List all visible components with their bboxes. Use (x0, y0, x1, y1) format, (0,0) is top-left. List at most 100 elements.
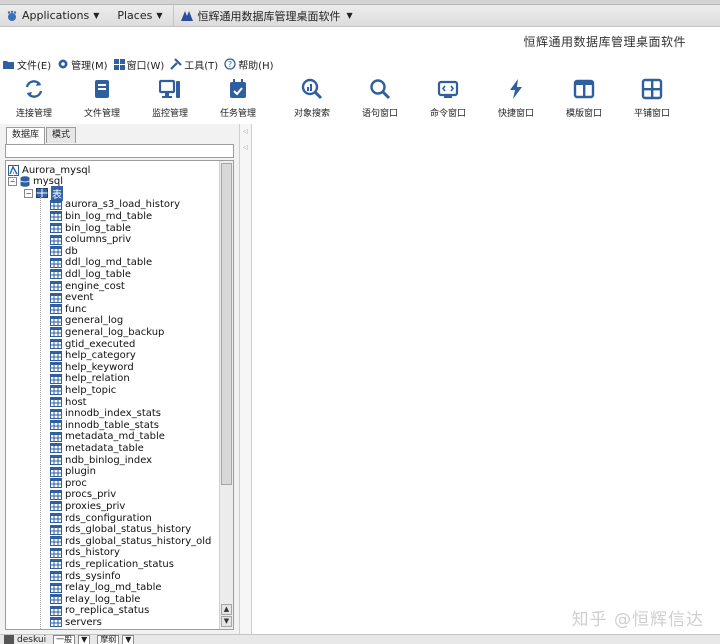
tree-node-table[interactable]: host (50, 396, 87, 408)
template-window-button[interactable]: 模版窗口 (550, 74, 618, 120)
menu-file[interactable]: 文件(E) (3, 57, 51, 72)
table-icon (50, 455, 62, 465)
menu-help[interactable]: ? 帮助(H) (224, 57, 274, 72)
tile-window-button[interactable]: 平铺窗口 (618, 74, 686, 120)
tree-vertical-scrollbar[interactable]: ▲ ▼ (219, 161, 233, 629)
tab-database[interactable]: 数据库 (6, 127, 46, 144)
connection-manage-label: 连接管理 (15, 109, 52, 119)
file-manage-button[interactable]: 文件管理 (68, 74, 136, 120)
tree-content: Aurora_mysql − mysql − 表 aurora_s3_load_histo… (6, 161, 220, 629)
tree-node-table[interactable]: plugin (50, 466, 96, 478)
scroll-up-button[interactable]: ▲ (221, 604, 232, 615)
tree-node-table[interactable]: metadata_table (50, 442, 144, 454)
tree-table-label: rds_global_status_history (65, 524, 192, 536)
tree-table-label: db (65, 245, 78, 257)
connection-manage-button[interactable]: 连接管理 (0, 74, 68, 120)
tree-node-table[interactable]: procs_priv (50, 489, 116, 501)
watermark: 知乎 @恒辉信达 (571, 610, 704, 630)
menu-file-label: 文件(E) (17, 60, 52, 72)
chevron-down-icon: ▼ (122, 635, 135, 644)
tree-node-table[interactable]: proxies_priv (50, 500, 125, 512)
tree-node-table[interactable]: server_cost (50, 628, 122, 630)
tree-node-table[interactable]: rds_global_status_history (50, 524, 191, 536)
tree-table-label: help_keyword (65, 361, 134, 373)
tree-node-table[interactable]: func (50, 303, 87, 315)
bottom-select-1-value: 一般 (53, 635, 76, 644)
tree-node-table[interactable]: metadata_md_table (50, 431, 165, 443)
collapse-right-icon[interactable]: ◁ (243, 144, 248, 151)
bottom-select-2-value: 摩纲 (97, 635, 120, 644)
tree-filter-input[interactable] (5, 144, 234, 158)
statement-window-button[interactable]: 语句窗口 (346, 74, 414, 120)
active-window-menu[interactable]: 恒辉通用数据库管理桌面软件 ▼ (172, 4, 359, 27)
tree-node-table[interactable]: bin_log_table (50, 222, 131, 234)
applications-menu[interactable]: Applications ▼ (0, 5, 105, 27)
task-manage-label: 任务管理 (219, 109, 256, 119)
table-icon (50, 292, 62, 303)
command-window-button[interactable]: 命令窗口 (414, 74, 482, 120)
tree-node-table[interactable]: proc (50, 477, 87, 489)
tree-node-table[interactable]: rds_global_status_history_old (50, 535, 211, 547)
tree-node-table[interactable]: relay_log_table (50, 593, 140, 605)
columns-icon (573, 79, 595, 99)
tree-node-table[interactable]: innodb_index_stats (50, 408, 161, 420)
tree-node-table[interactable]: ddl_log_table (50, 268, 131, 280)
table-icon (50, 408, 62, 419)
object-search-button[interactable]: 对象搜索 (278, 74, 346, 120)
tree-node-table[interactable]: innodb_table_stats (50, 419, 159, 431)
tree-node-table[interactable]: relay_log_md_table (50, 582, 162, 594)
table-icon (50, 397, 62, 407)
tree-node-table[interactable]: help_topic (50, 384, 116, 396)
tree-node-table[interactable]: rds_history (50, 547, 120, 559)
tree-node-tables-folder[interactable]: − 表 (24, 185, 63, 201)
tree-node-table[interactable]: db (50, 245, 78, 257)
tree-node-table[interactable]: rds_configuration (50, 512, 152, 524)
menu-bar: 文件(E) 管理(M) 窗口(W) 工具(T) ? 帮助(H) (0, 55, 720, 73)
tree-node-table[interactable]: ro_replica_status (50, 605, 149, 617)
collapse-left-icon[interactable]: ◁ (243, 128, 248, 135)
tree-node-table[interactable]: rds_replication_status (50, 558, 174, 570)
tab-schema[interactable]: 模式 (46, 127, 77, 143)
tree-table-label: relay_log_md_table (65, 582, 162, 594)
gnome-panel: Applications ▼ Places ▼ 恒辉通用数据库管理桌面软件 ▼ (0, 4, 720, 27)
tree-node-table[interactable]: ndb_binlog_index (50, 454, 152, 466)
tree-guide-line (13, 172, 14, 180)
taskbar-item[interactable]: deskui (4, 635, 46, 644)
tree-node-table[interactable]: help_category (50, 350, 136, 362)
tree-node-table[interactable]: help_relation (50, 373, 130, 385)
collapse-toggle[interactable]: − (24, 188, 33, 198)
bottom-select-2[interactable]: 摩纲 ▼ (94, 635, 135, 644)
scrollbar-thumb[interactable] (221, 163, 232, 485)
tree-node-table[interactable]: bin_log_md_table (50, 210, 152, 222)
navigator-panel: 数据库 模式 Aurora_mysql − mysql − 表 aurora_s3_loa… (0, 124, 240, 634)
tree-node-table[interactable]: general_log (50, 315, 123, 327)
monitor-manage-label: 监控管理 (151, 109, 188, 119)
tree-node-connection[interactable]: Aurora_mysql (8, 164, 90, 176)
quick-window-button[interactable]: 快捷窗口 (482, 74, 550, 120)
tree-node-table[interactable]: help_keyword (50, 361, 134, 373)
applications-label: Applications (22, 9, 90, 22)
workspace-area[interactable] (253, 124, 720, 634)
menu-manage[interactable]: 管理(M) (57, 57, 108, 72)
table-icon (50, 211, 62, 222)
tree-node-table[interactable]: gtid_executed (50, 338, 135, 350)
tree-node-table[interactable]: ddl_log_md_table (50, 257, 152, 269)
tree-node-table[interactable]: general_log_backup (50, 326, 164, 338)
tree-node-table[interactable]: rds_sysinfo (50, 570, 121, 582)
menu-window[interactable]: 窗口(W) (113, 57, 164, 72)
navigator-tabs: 数据库 模式 (6, 127, 77, 144)
table-icon (50, 443, 62, 454)
bottom-select-1[interactable]: 一般 ▼ (50, 635, 91, 644)
tree-node-table[interactable]: servers (50, 616, 102, 628)
monitor-manage-button[interactable]: 监控管理 (136, 74, 204, 120)
tree-node-table[interactable]: engine_cost (50, 280, 125, 292)
panel-splitter[interactable]: ◁ ◁ (240, 124, 252, 634)
scroll-down-button[interactable]: ▼ (221, 616, 232, 627)
menu-tools[interactable]: 工具(T) (170, 57, 218, 72)
tree-node-table[interactable]: event (50, 292, 93, 304)
task-manage-button[interactable]: 任务管理 (204, 74, 272, 120)
places-menu[interactable]: Places ▼ (111, 5, 168, 27)
tree-node-table[interactable]: aurora_s3_load_history (50, 199, 180, 211)
tree-node-table[interactable]: columns_priv (50, 234, 131, 246)
tree-table-label: engine_cost (65, 280, 125, 292)
